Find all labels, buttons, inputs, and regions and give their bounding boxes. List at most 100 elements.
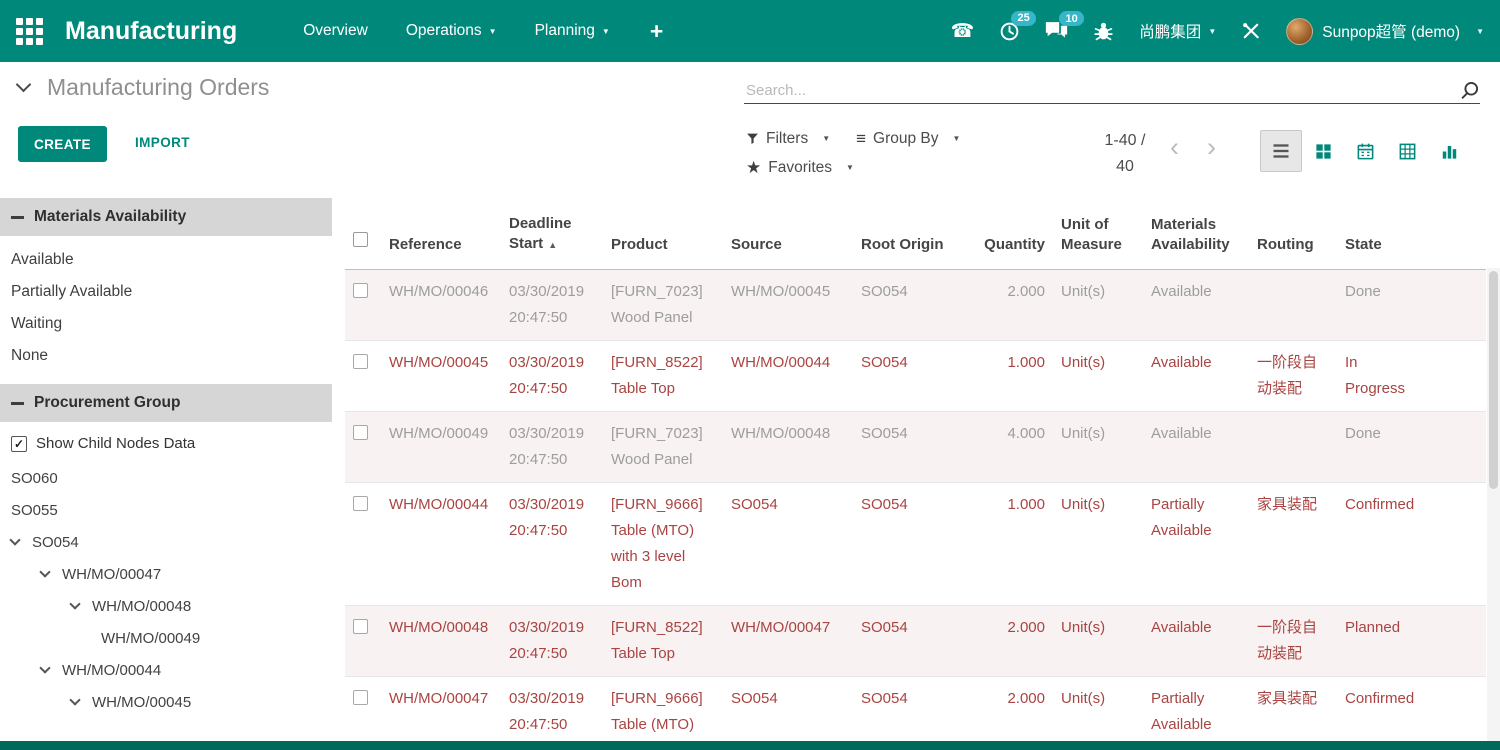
pager-next-icon[interactable]: › xyxy=(1207,134,1216,160)
tree-node[interactable]: WH/MO/00045 xyxy=(0,686,332,718)
tree-node[interactable]: WH/MO/00044 xyxy=(0,654,332,686)
row-filler xyxy=(1425,412,1486,483)
order-row[interactable]: WH/MO/0004903/30/201920:47:50[FURN_7023]… xyxy=(345,412,1486,483)
column-header[interactable]: Routing xyxy=(1249,196,1337,270)
order-row[interactable]: WH/MO/0004703/30/201920:47:50[FURN_9666]… xyxy=(345,677,1486,742)
show-child-nodes-checkbox[interactable]: ✓ xyxy=(11,436,27,452)
column-header[interactable]: Reference xyxy=(381,196,501,270)
select-all-checkbox[interactable] xyxy=(353,232,368,247)
group-by-dropdown[interactable]: ≡ Group By ▼ xyxy=(856,130,960,148)
bar-chart-icon xyxy=(1440,142,1459,161)
availability-filter-item[interactable]: Available xyxy=(0,244,332,276)
pivot-view-button[interactable] xyxy=(1386,130,1428,172)
source-cell: WH/MO/00047 xyxy=(723,606,853,677)
quick-add-button[interactable]: + xyxy=(650,18,663,45)
tree-node[interactable]: SO060 xyxy=(0,462,332,494)
column-label: Deadline Start xyxy=(509,215,572,252)
row-checkbox[interactable] xyxy=(353,619,368,634)
column-header[interactable]: Root Origin xyxy=(853,196,967,270)
uom-cell: Unit(s) xyxy=(1053,677,1143,742)
column-header[interactable]: Unit of Measure xyxy=(1053,196,1143,270)
availability-filter-item[interactable]: Waiting xyxy=(0,308,332,340)
deadline-date: 03/30/2019 xyxy=(509,354,584,371)
menu-label: Overview xyxy=(303,22,368,40)
orders-header-row: ReferenceDeadline Start▲ProductSourceRoo… xyxy=(345,196,1486,270)
row-checkbox[interactable] xyxy=(353,425,368,440)
favorites-dropdown[interactable]: ★ Favorites ▼ xyxy=(746,159,854,177)
column-header[interactable]: Deadline Start▲ xyxy=(501,196,603,270)
tree-node[interactable]: SO055 xyxy=(0,494,332,526)
scrollbar-thumb[interactable] xyxy=(1489,271,1498,489)
tree-node-label: WH/MO/00049 xyxy=(101,630,200,647)
tree-node[interactable]: SO054 xyxy=(0,526,332,558)
debug-button[interactable] xyxy=(1093,21,1114,42)
order-row[interactable]: WH/MO/0004503/30/201920:47:50[FURN_8522]… xyxy=(345,341,1486,412)
messages-button[interactable]: 10 xyxy=(1045,21,1068,41)
collapse-chevron-icon[interactable] xyxy=(16,76,32,92)
chevron-down-icon xyxy=(39,662,50,673)
root-origin-cell: SO054 xyxy=(853,483,967,606)
menu-operations[interactable]: Operations▼ xyxy=(406,22,497,40)
tools-button[interactable] xyxy=(1241,21,1261,41)
column-header[interactable]: Product xyxy=(603,196,723,270)
row-select-cell xyxy=(345,606,381,677)
deadline-date: 03/30/2019 xyxy=(509,283,584,300)
graph-view-button[interactable] xyxy=(1428,130,1470,172)
availability-filter-item[interactable]: None xyxy=(0,340,332,372)
apps-menu-icon[interactable] xyxy=(16,18,43,45)
reference-cell: WH/MO/00047 xyxy=(381,677,501,742)
menu-overview[interactable]: Overview xyxy=(303,22,368,40)
procurement-section-header[interactable]: Procurement Group xyxy=(0,384,332,422)
deadline-time: 20:47:50 xyxy=(509,309,567,326)
tree-node[interactable]: WH/MO/00047 xyxy=(0,558,332,590)
availability-filter-item[interactable]: Partially Available xyxy=(0,276,332,308)
row-select-cell xyxy=(345,483,381,606)
kanban-view-button[interactable] xyxy=(1302,130,1344,172)
pager-previous-icon[interactable]: ‹ xyxy=(1170,134,1179,160)
list-view-button[interactable] xyxy=(1260,130,1302,172)
order-row[interactable]: WH/MO/0004803/30/201920:47:50[FURN_8522]… xyxy=(345,606,1486,677)
top-menu: Overview Operations▼ Planning▼ xyxy=(303,22,610,40)
availability-section-header[interactable]: Materials Availability xyxy=(0,198,332,236)
availability-cell: Available xyxy=(1143,606,1249,677)
row-checkbox[interactable] xyxy=(353,496,368,511)
column-header[interactable]: Quantity xyxy=(967,196,1053,270)
create-button[interactable]: CREATE xyxy=(18,126,107,162)
order-row[interactable]: WH/MO/0004603/30/201920:47:50[FURN_7023]… xyxy=(345,270,1486,341)
tree-node-label: SO055 xyxy=(11,502,58,519)
root-origin-cell: SO054 xyxy=(853,606,967,677)
filters-dropdown[interactable]: Filters ▼ xyxy=(746,130,830,148)
search-icon[interactable] xyxy=(1460,80,1480,100)
tree-node[interactable]: WH/MO/00049 xyxy=(0,622,332,654)
deadline-time: 20:47:50 xyxy=(509,380,567,397)
company-name: 尚鹏集团 xyxy=(1139,20,1201,42)
column-header[interactable]: Source xyxy=(723,196,853,270)
favorites-label: Favorites xyxy=(768,159,832,177)
row-checkbox[interactable] xyxy=(353,354,368,369)
tree-node[interactable]: WH/MO/00048 xyxy=(0,590,332,622)
routing-cell: 一阶段自动装配 xyxy=(1249,606,1337,677)
company-switcher[interactable]: 尚鹏集团 ▼ xyxy=(1139,20,1216,42)
user-menu[interactable]: Sunpop超管 (demo) ▼ xyxy=(1286,18,1484,45)
vertical-scrollbar[interactable] xyxy=(1487,268,1500,741)
breadcrumb: Manufacturing Orders xyxy=(18,74,269,101)
row-checkbox[interactable] xyxy=(353,283,368,298)
import-button[interactable]: IMPORT xyxy=(129,134,196,151)
activities-button[interactable]: 25 xyxy=(999,21,1020,42)
order-row[interactable]: WH/MO/0004403/30/201920:47:50[FURN_9666]… xyxy=(345,483,1486,606)
state-cell: In Progress xyxy=(1337,341,1425,412)
search-input[interactable] xyxy=(744,81,1454,100)
state-cell: Done xyxy=(1337,412,1425,483)
availability-section-title: Materials Availability xyxy=(34,208,186,226)
row-checkbox[interactable] xyxy=(353,690,368,705)
calendar-view-button[interactable] xyxy=(1344,130,1386,172)
sort-asc-icon: ▲ xyxy=(548,240,557,250)
column-header[interactable]: Materials Availability xyxy=(1143,196,1249,270)
column-header[interactable]: State xyxy=(1337,196,1425,270)
column-label: Source xyxy=(731,236,782,253)
user-avatar xyxy=(1286,18,1313,45)
menu-planning[interactable]: Planning▼ xyxy=(535,22,610,40)
deadline-cell: 03/30/201920:47:50 xyxy=(501,412,603,483)
chevron-down-icon xyxy=(69,598,80,609)
phone-button[interactable]: ☎ xyxy=(951,22,975,41)
